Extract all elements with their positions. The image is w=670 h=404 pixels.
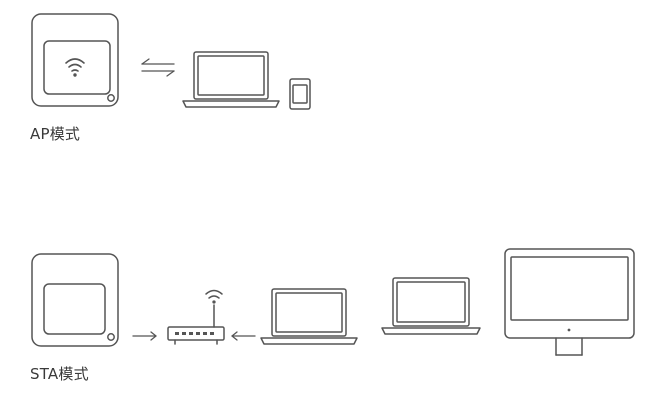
wifi-icon [65,58,85,77]
ap-mode-label: AP模式 [30,125,81,143]
ap-device [31,13,119,107]
router-wifi-icon [205,289,223,304]
sta-laptop-2-icon [381,277,481,335]
wifi-router-icon [167,304,225,345]
sta-device [31,253,119,347]
ap-laptop-icon [182,51,280,108]
desktop-monitor-icon [504,248,635,356]
sta-laptop-1-icon [260,288,358,345]
sta-mode-label: STA模式 [30,365,89,383]
phone-icon [289,78,311,110]
arrow-right-icon [132,331,157,341]
bidirectional-arrows-icon [141,58,175,77]
network-mode-diagram [31,13,635,356]
arrow-left-icon [231,331,256,341]
